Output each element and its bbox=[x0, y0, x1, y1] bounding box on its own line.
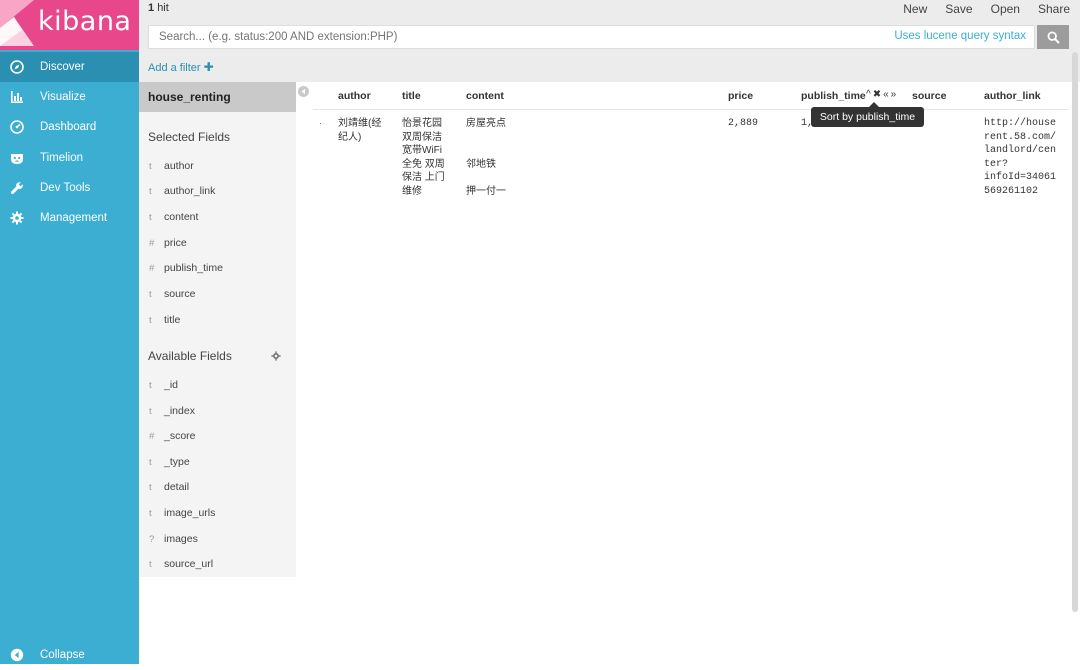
sort-tooltip: Sort by publish_time bbox=[811, 102, 924, 127]
new-button[interactable]: New bbox=[903, 2, 927, 16]
move-left-icon[interactable]: « bbox=[883, 89, 889, 100]
timelion-icon bbox=[9, 150, 25, 166]
dashboard-icon bbox=[9, 119, 25, 135]
field-sidebar: house_renting Selected Fields t author ta… bbox=[139, 82, 296, 577]
column-header-author-link[interactable]: author_link bbox=[984, 90, 1041, 102]
row-expand-toggle[interactable]: · bbox=[319, 118, 322, 128]
column-header-source[interactable]: source bbox=[912, 90, 946, 102]
nav-label: Timelion bbox=[40, 152, 84, 164]
column-header-title[interactable]: title bbox=[402, 90, 421, 102]
search-input[interactable] bbox=[149, 26, 849, 48]
bar-chart-icon bbox=[9, 89, 25, 105]
selected-fields-title: Selected Fields bbox=[148, 130, 231, 144]
cell-author-link: http://house rent.58.com/ landlord/cen t… bbox=[984, 118, 1057, 197]
field-item[interactable]: t author bbox=[139, 156, 296, 176]
share-button[interactable]: Share bbox=[1038, 2, 1070, 16]
header-divider bbox=[313, 109, 1068, 110]
column-controls: ^ ✖ « » bbox=[866, 89, 896, 100]
field-type-icon: t bbox=[149, 507, 152, 519]
field-item[interactable]: ? images bbox=[139, 529, 296, 549]
collapse-sidebar-button[interactable] bbox=[298, 86, 309, 97]
sort-asc-icon[interactable]: ^ bbox=[866, 89, 871, 100]
search-box: Uses lucene query syntax bbox=[148, 25, 1035, 49]
chevron-left-icon bbox=[301, 88, 305, 95]
nav-item-visualize[interactable]: Visualize bbox=[0, 82, 139, 112]
compass-icon bbox=[9, 59, 25, 75]
column-header-publish-time[interactable]: publish_time bbox=[801, 90, 866, 102]
field-item[interactable]: t source_url bbox=[139, 554, 296, 574]
nav-label: Management bbox=[40, 212, 108, 224]
field-item[interactable]: t _id bbox=[139, 375, 296, 395]
remove-column-icon[interactable]: ✖ bbox=[873, 89, 881, 100]
nav-item-discover[interactable]: Discover bbox=[0, 52, 139, 82]
field-type-icon: t bbox=[149, 211, 152, 223]
lucene-syntax-link[interactable]: Uses lucene query syntax bbox=[894, 30, 1026, 42]
logo-text: kibana bbox=[38, 6, 132, 37]
field-type-icon: t bbox=[149, 379, 152, 391]
move-right-icon[interactable]: » bbox=[891, 89, 897, 100]
field-type-icon: # bbox=[149, 237, 155, 249]
nav-item-timelion[interactable]: Timelion bbox=[0, 143, 139, 173]
side-nav: kibana Discover Visualize Dashboard Time… bbox=[0, 0, 139, 664]
hits-count: 1 hit bbox=[148, 2, 169, 14]
field-item[interactable]: t detail bbox=[139, 477, 296, 497]
save-button[interactable]: Save bbox=[945, 2, 972, 16]
nav-item-dev-tools[interactable]: Dev Tools bbox=[0, 173, 139, 203]
field-item[interactable]: t _type bbox=[139, 452, 296, 472]
vertical-scrollbar[interactable] bbox=[1072, 52, 1078, 612]
field-item[interactable]: # _score bbox=[139, 426, 296, 446]
column-header-author[interactable]: author bbox=[338, 90, 371, 102]
field-type-icon: # bbox=[149, 262, 155, 274]
wrench-icon bbox=[9, 180, 25, 196]
cell-author: 刘靖维(经 纪人) bbox=[338, 118, 382, 143]
kibana-logo[interactable]: kibana bbox=[0, 0, 139, 50]
field-item[interactable]: t title bbox=[139, 310, 296, 330]
open-button[interactable]: Open bbox=[991, 2, 1020, 16]
index-pattern-selector[interactable]: house_renting bbox=[139, 82, 296, 112]
nav-collapse-button[interactable]: Collapse bbox=[0, 640, 139, 670]
column-header-content[interactable]: content bbox=[466, 90, 504, 102]
plus-icon: ✚ bbox=[203, 60, 214, 74]
cell-price: 2,889 bbox=[728, 118, 759, 129]
nav-label: Visualize bbox=[40, 91, 86, 103]
kibana-logo-icon bbox=[0, 0, 34, 46]
field-item[interactable]: t author_link bbox=[139, 181, 296, 201]
nav-item-management[interactable]: Management bbox=[0, 203, 139, 233]
field-type-icon: t bbox=[149, 405, 152, 417]
column-header-price[interactable]: price bbox=[728, 90, 753, 102]
cell-content: 房屋亮点 邻地铁 押一付一 bbox=[466, 118, 506, 197]
add-filter-link[interactable]: Add a filter ✚ bbox=[148, 60, 214, 74]
available-fields-title: Available Fields bbox=[148, 349, 232, 363]
field-type-icon: t bbox=[149, 456, 152, 468]
field-item[interactable]: t image_urls bbox=[139, 503, 296, 523]
field-settings-gear-icon[interactable] bbox=[271, 351, 281, 361]
field-type-icon: t bbox=[149, 288, 152, 300]
gear-icon bbox=[9, 210, 25, 226]
field-type-icon: t bbox=[149, 160, 152, 172]
chevron-left-circle-icon bbox=[9, 647, 25, 663]
search-button[interactable] bbox=[1037, 25, 1069, 49]
nav-label: Dev Tools bbox=[40, 182, 91, 194]
field-item[interactable]: t content bbox=[139, 207, 296, 227]
top-bar: 1 hit New Save Open Share Uses lucene qu… bbox=[139, 0, 1080, 82]
field-type-icon: t bbox=[149, 314, 152, 326]
search-icon bbox=[1047, 31, 1060, 44]
field-type-icon: t bbox=[149, 481, 152, 493]
cell-title: 怡景花园 双周保洁 宽带WiFi 全免 双周 保洁 上门 维修 bbox=[402, 118, 445, 197]
field-item[interactable]: t _index bbox=[139, 401, 296, 421]
nav-label: Collapse bbox=[40, 649, 85, 661]
field-item[interactable]: # publish_time bbox=[139, 258, 296, 278]
field-type-icon: t bbox=[149, 558, 152, 570]
nav-label: Dashboard bbox=[40, 121, 97, 133]
top-menu: New Save Open Share bbox=[903, 2, 1070, 16]
field-type-icon: # bbox=[149, 430, 155, 442]
nav-label: Discover bbox=[40, 61, 85, 73]
field-item[interactable]: t source bbox=[139, 284, 296, 304]
field-type-icon: t bbox=[149, 185, 152, 197]
field-item[interactable]: # price bbox=[139, 233, 296, 253]
field-type-icon: ? bbox=[149, 533, 155, 545]
nav-item-dashboard[interactable]: Dashboard bbox=[0, 112, 139, 142]
